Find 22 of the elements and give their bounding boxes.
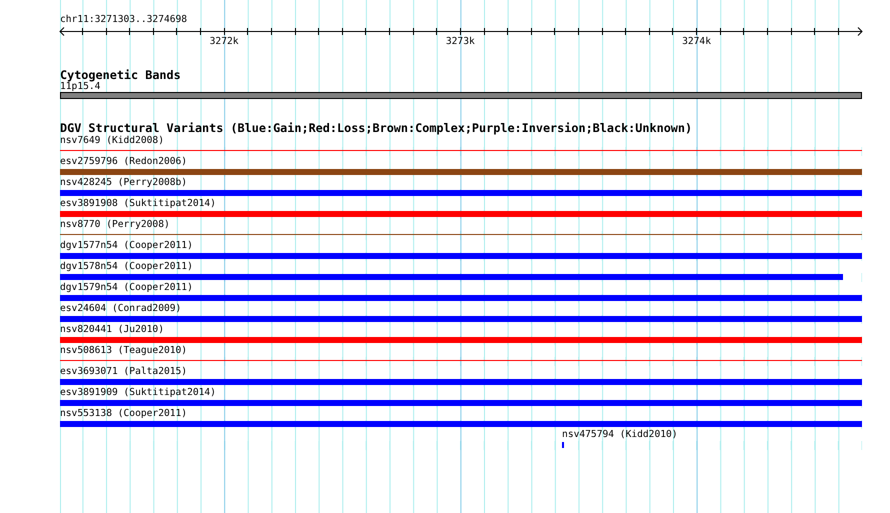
ruler-tick-label: 3274k	[682, 36, 711, 48]
variant-label: esv3891909 (Suktitipat2014)	[60, 387, 216, 399]
variant-label: esv3693071 (Palta2015)	[60, 366, 188, 378]
track-title: DGV Structural Variants (Blue:Gain;Red:Loss;Brown:Complex;Purple:Inversion;Black:Unknown)	[60, 122, 694, 135]
ruler-tick-label: 3272k	[210, 36, 239, 48]
variant-label: nsv428245 (Perry2008b)	[60, 177, 188, 189]
variant-label: dgv1577n54 (Cooper2011)	[60, 240, 193, 252]
variant-label: nsv7649 (Kidd2008)	[60, 135, 164, 147]
band-label: 11p15.4	[60, 82, 100, 92]
variant-label: esv24604 (Conrad2009)	[60, 303, 182, 315]
ruler-tick-label: 3273k	[446, 36, 475, 48]
variant-label: nsv475794 (Kidd2010)	[562, 429, 678, 441]
variant-label: nsv553138 (Cooper2011)	[60, 408, 188, 420]
track-title: Cytogenetic Bands	[60, 69, 182, 82]
variant-label: dgv1579n54 (Cooper2011)	[60, 282, 193, 294]
variant-label: nsv8770 (Perry2008)	[60, 219, 170, 231]
variant-label: nsv508613 (Teague2010)	[60, 345, 188, 357]
variant-label: nsv820441 (Ju2010)	[60, 324, 164, 336]
range-label: chr11:3271303..3274698	[60, 14, 188, 26]
variant-label: dgv1578n54 (Cooper2011)	[60, 261, 193, 273]
variant-label: esv3891908 (Suktitipat2014)	[60, 198, 216, 210]
variant-label: esv2759796 (Redon2006)	[60, 156, 188, 168]
